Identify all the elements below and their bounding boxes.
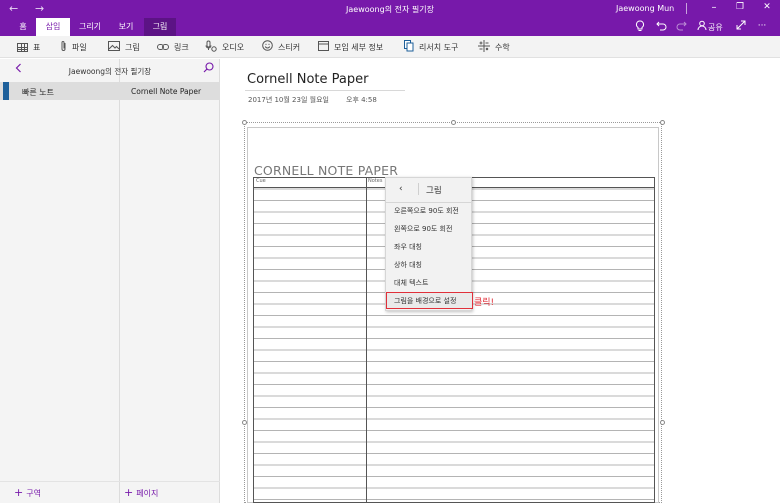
insert-picture-label: 그림 [125, 42, 140, 52]
insert-audio-button[interactable]: 오디오 [205, 40, 244, 54]
user-name[interactable]: Jaewoong Mun [616, 4, 674, 13]
ribbon-tabs: 홈 삽입 그리기 보기 그림 공유 ··· [0, 18, 780, 36]
picture-context-menu: ‹ 그림 오른쪽으로 90도 회전 왼쪽으로 90도 회전 좌우 대칭 상하 대… [385, 177, 473, 311]
link-icon [157, 41, 169, 54]
title-separator [686, 3, 687, 14]
notebook-header: Jaewoong의 전자 필기장 [0, 59, 220, 79]
smiley-icon [262, 40, 273, 54]
resize-handle[interactable] [242, 120, 247, 125]
research-tool-button[interactable]: 리서치 도구 [404, 39, 459, 55]
close-button[interactable]: ✕ [760, 2, 774, 12]
insert-audio-label: 오디오 [222, 42, 245, 52]
add-section-label: 구역 [26, 489, 41, 498]
lightbulb-icon[interactable] [633, 20, 647, 35]
resize-handle[interactable] [660, 420, 665, 425]
page-item-cornell[interactable]: Cornell Note Paper [120, 82, 220, 100]
menu-item-label: 좌우 대칭 [394, 243, 422, 251]
expand-icon[interactable] [734, 20, 748, 33]
pages-pane [120, 59, 220, 503]
calendar-icon [318, 40, 329, 54]
section-label: 빠른 노트 [22, 88, 54, 97]
menu-item-flip-vertical[interactable]: 상하 대칭 [386, 256, 473, 273]
tab-view[interactable]: 보기 [110, 18, 142, 36]
tab-home[interactable]: 홈 [10, 18, 36, 36]
menu-item-label: 상하 대칭 [394, 261, 422, 269]
section-color-bar [3, 82, 9, 100]
paper-title: CORNELL NOTE PAPER [254, 163, 399, 178]
menu-item-rotate-left[interactable]: 왼쪽으로 90도 회전 [386, 220, 473, 237]
table-icon [17, 42, 28, 52]
insert-picture-button[interactable]: 그림 [108, 40, 140, 54]
add-page-button[interactable]: + 페이지 [124, 486, 158, 499]
page-time: 오후 4:58 [346, 96, 377, 104]
page-item-label: Cornell Note Paper [131, 87, 202, 96]
pane-divider [0, 481, 220, 482]
plus-icon: + [124, 486, 134, 499]
cue-column-label: Cue [256, 178, 266, 184]
menu-item-rotate-right[interactable]: 오른쪽으로 90도 회전 [386, 202, 473, 219]
click-annotation: 클릭! [474, 298, 495, 308]
title-underline [245, 90, 405, 91]
more-options-icon[interactable]: ··· [755, 21, 769, 31]
share-person-icon[interactable] [695, 20, 709, 34]
meeting-details-button[interactable]: 모임 세부 정보 [318, 40, 383, 54]
title-bar: ← → Jaewoong의 전자 필기장 Jaewoong Mun – ❐ ✕ [0, 0, 780, 18]
redo-icon[interactable] [674, 20, 688, 34]
insert-sticker-label: 스티커 [278, 42, 301, 52]
picture-icon [108, 40, 120, 54]
tab-draw[interactable]: 그리기 [72, 18, 108, 36]
insert-table-button[interactable]: 표 [17, 40, 40, 54]
share-label[interactable]: 공유 [708, 22, 723, 33]
page-title[interactable]: Cornell Note Paper [247, 72, 368, 87]
menu-item-flip-horizontal[interactable]: 좌우 대칭 [386, 238, 473, 255]
math-label: 수학 [495, 42, 510, 52]
page-date: 2017년 10월 23일 월요일 [248, 96, 329, 104]
menu-item-label: 오른쪽으로 90도 회전 [394, 207, 459, 215]
cue-divider [366, 178, 367, 502]
minimize-button[interactable]: – [707, 2, 721, 13]
insert-link-label: 링크 [174, 42, 189, 52]
add-section-button[interactable]: + 구역 [14, 486, 41, 499]
insert-table-label: 표 [33, 42, 41, 52]
meeting-details-label: 모임 세부 정보 [334, 42, 384, 52]
notes-column-label: Notes [368, 178, 383, 184]
math-button[interactable]: 수학 [478, 39, 510, 55]
undo-icon[interactable] [654, 20, 668, 34]
resize-handle[interactable] [451, 120, 456, 125]
insert-link-button[interactable]: 링크 [157, 40, 189, 54]
paperclip-icon [60, 40, 67, 55]
tab-insert[interactable]: 삽입 [36, 18, 70, 36]
insert-file-button[interactable]: 파일 [60, 40, 87, 54]
menu-item-label: 왼쪽으로 90도 회전 [394, 225, 453, 233]
notebook-name[interactable]: Jaewoong의 전자 필기장 [0, 66, 220, 77]
add-page-label: 페이지 [136, 489, 159, 498]
search-icon[interactable] [203, 62, 214, 76]
microphone-icon [205, 40, 217, 55]
insert-file-label: 파일 [72, 42, 87, 52]
menu-item-set-as-background[interactable]: 그림을 배경으로 설정 [386, 292, 473, 309]
menu-header-divider [418, 183, 419, 195]
research-icon [404, 39, 414, 55]
tab-picture[interactable]: 그림 [144, 18, 176, 36]
section-item-quick-notes[interactable]: 빠른 노트 [0, 82, 120, 100]
menu-back-icon[interactable]: ‹ [399, 184, 403, 194]
insert-sticker-button[interactable]: 스티커 [262, 40, 300, 54]
research-tool-label: 리서치 도구 [419, 42, 459, 52]
menu-item-label: 대체 텍스트 [394, 279, 429, 287]
plus-icon: + [14, 486, 24, 499]
restore-button[interactable]: ❐ [733, 2, 747, 12]
menu-title: 그림 [426, 186, 442, 196]
resize-handle[interactable] [660, 120, 665, 125]
math-icon [478, 39, 490, 55]
ribbon-commands: 표 파일 그림 링크 오디오 스티커 모임 세부 정보 리서치 도구 수학 [0, 36, 780, 58]
sections-pane [0, 59, 120, 503]
menu-header: ‹ 그림 [386, 178, 473, 200]
menu-item-label: 그림을 배경으로 설정 [394, 297, 457, 305]
menu-item-alt-text[interactable]: 대체 텍스트 [386, 274, 473, 291]
